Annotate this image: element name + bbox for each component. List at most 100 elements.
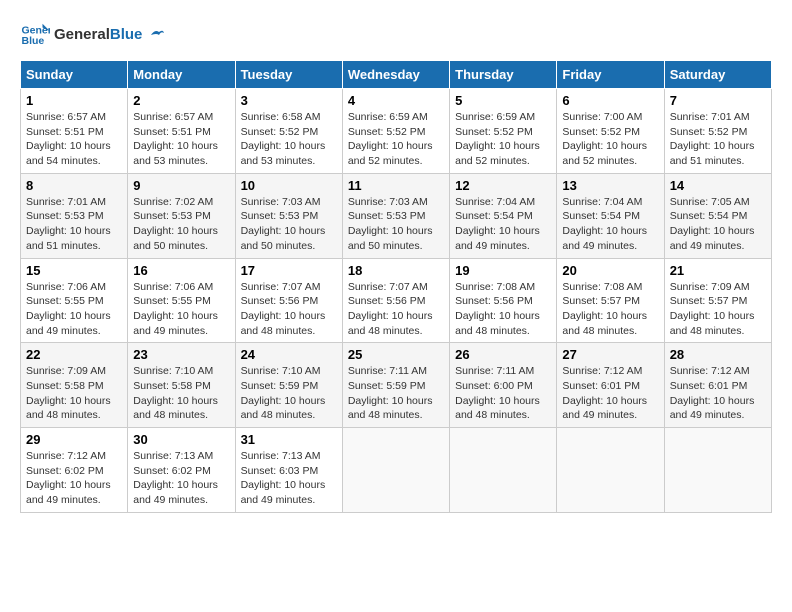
day-info: Sunrise: 7:00 AMSunset: 5:52 PMDaylight:… — [562, 110, 658, 169]
day-info: Sunrise: 7:10 AMSunset: 5:58 PMDaylight:… — [133, 364, 229, 423]
table-row: 19 Sunrise: 7:08 AMSunset: 5:56 PMDaylig… — [450, 258, 557, 343]
day-number: 1 — [26, 93, 122, 108]
table-row: 23 Sunrise: 7:10 AMSunset: 5:58 PMDaylig… — [128, 343, 235, 428]
day-number: 16 — [133, 263, 229, 278]
day-number: 30 — [133, 432, 229, 447]
day-number: 15 — [26, 263, 122, 278]
day-info: Sunrise: 7:09 AMSunset: 5:57 PMDaylight:… — [670, 280, 766, 339]
table-row: 13 Sunrise: 7:04 AMSunset: 5:54 PMDaylig… — [557, 173, 664, 258]
day-info: Sunrise: 7:04 AMSunset: 5:54 PMDaylight:… — [562, 195, 658, 254]
table-row: 7 Sunrise: 7:01 AMSunset: 5:52 PMDayligh… — [664, 89, 771, 174]
day-info: Sunrise: 7:02 AMSunset: 5:53 PMDaylight:… — [133, 195, 229, 254]
day-info: Sunrise: 7:01 AMSunset: 5:53 PMDaylight:… — [26, 195, 122, 254]
table-row: 14 Sunrise: 7:05 AMSunset: 5:54 PMDaylig… — [664, 173, 771, 258]
svg-text:Blue: Blue — [22, 35, 45, 47]
day-info: Sunrise: 7:13 AMSunset: 6:02 PMDaylight:… — [133, 449, 229, 508]
day-number: 25 — [348, 347, 444, 362]
table-row: 4 Sunrise: 6:59 AMSunset: 5:52 PMDayligh… — [342, 89, 449, 174]
table-row: 12 Sunrise: 7:04 AMSunset: 5:54 PMDaylig… — [450, 173, 557, 258]
col-saturday: Saturday — [664, 61, 771, 89]
table-row: 27 Sunrise: 7:12 AMSunset: 6:01 PMDaylig… — [557, 343, 664, 428]
day-info: Sunrise: 7:07 AMSunset: 5:56 PMDaylight:… — [348, 280, 444, 339]
table-row: 22 Sunrise: 7:09 AMSunset: 5:58 PMDaylig… — [21, 343, 128, 428]
day-info: Sunrise: 7:03 AMSunset: 5:53 PMDaylight:… — [348, 195, 444, 254]
day-number: 9 — [133, 178, 229, 193]
table-row: 31 Sunrise: 7:13 AMSunset: 6:03 PMDaylig… — [235, 428, 342, 513]
day-info: Sunrise: 6:59 AMSunset: 5:52 PMDaylight:… — [348, 110, 444, 169]
page-header: General Blue GeneralBlue — [20, 20, 772, 50]
day-number: 11 — [348, 178, 444, 193]
table-row — [450, 428, 557, 513]
day-number: 7 — [670, 93, 766, 108]
logo-text: GeneralBlue — [54, 26, 165, 44]
table-row — [557, 428, 664, 513]
day-number: 13 — [562, 178, 658, 193]
day-info: Sunrise: 7:11 AMSunset: 6:00 PMDaylight:… — [455, 364, 551, 423]
day-info: Sunrise: 7:06 AMSunset: 5:55 PMDaylight:… — [26, 280, 122, 339]
day-info: Sunrise: 7:12 AMSunset: 6:02 PMDaylight:… — [26, 449, 122, 508]
table-row: 2 Sunrise: 6:57 AMSunset: 5:51 PMDayligh… — [128, 89, 235, 174]
day-number: 26 — [455, 347, 551, 362]
day-info: Sunrise: 7:08 AMSunset: 5:57 PMDaylight:… — [562, 280, 658, 339]
logo-bird-icon — [149, 27, 165, 43]
day-number: 24 — [241, 347, 337, 362]
table-row: 18 Sunrise: 7:07 AMSunset: 5:56 PMDaylig… — [342, 258, 449, 343]
calendar-week-row: 29 Sunrise: 7:12 AMSunset: 6:02 PMDaylig… — [21, 428, 772, 513]
day-number: 14 — [670, 178, 766, 193]
calendar-table: Sunday Monday Tuesday Wednesday Thursday… — [20, 60, 772, 513]
day-info: Sunrise: 7:10 AMSunset: 5:59 PMDaylight:… — [241, 364, 337, 423]
day-number: 29 — [26, 432, 122, 447]
table-row: 6 Sunrise: 7:00 AMSunset: 5:52 PMDayligh… — [557, 89, 664, 174]
day-number: 6 — [562, 93, 658, 108]
table-row: 9 Sunrise: 7:02 AMSunset: 5:53 PMDayligh… — [128, 173, 235, 258]
day-info: Sunrise: 7:12 AMSunset: 6:01 PMDaylight:… — [562, 364, 658, 423]
day-number: 4 — [348, 93, 444, 108]
day-number: 22 — [26, 347, 122, 362]
day-number: 3 — [241, 93, 337, 108]
table-row: 28 Sunrise: 7:12 AMSunset: 6:01 PMDaylig… — [664, 343, 771, 428]
table-row: 8 Sunrise: 7:01 AMSunset: 5:53 PMDayligh… — [21, 173, 128, 258]
table-row: 5 Sunrise: 6:59 AMSunset: 5:52 PMDayligh… — [450, 89, 557, 174]
day-info: Sunrise: 6:59 AMSunset: 5:52 PMDaylight:… — [455, 110, 551, 169]
col-tuesday: Tuesday — [235, 61, 342, 89]
header-row: Sunday Monday Tuesday Wednesday Thursday… — [21, 61, 772, 89]
table-row: 3 Sunrise: 6:58 AMSunset: 5:52 PMDayligh… — [235, 89, 342, 174]
table-row — [342, 428, 449, 513]
col-thursday: Thursday — [450, 61, 557, 89]
day-number: 31 — [241, 432, 337, 447]
day-number: 2 — [133, 93, 229, 108]
col-monday: Monday — [128, 61, 235, 89]
calendar-week-row: 8 Sunrise: 7:01 AMSunset: 5:53 PMDayligh… — [21, 173, 772, 258]
table-row: 16 Sunrise: 7:06 AMSunset: 5:55 PMDaylig… — [128, 258, 235, 343]
day-info: Sunrise: 7:11 AMSunset: 5:59 PMDaylight:… — [348, 364, 444, 423]
day-number: 19 — [455, 263, 551, 278]
calendar-week-row: 15 Sunrise: 7:06 AMSunset: 5:55 PMDaylig… — [21, 258, 772, 343]
table-row: 10 Sunrise: 7:03 AMSunset: 5:53 PMDaylig… — [235, 173, 342, 258]
day-number: 23 — [133, 347, 229, 362]
col-wednesday: Wednesday — [342, 61, 449, 89]
day-info: Sunrise: 7:12 AMSunset: 6:01 PMDaylight:… — [670, 364, 766, 423]
day-number: 18 — [348, 263, 444, 278]
day-number: 28 — [670, 347, 766, 362]
table-row: 29 Sunrise: 7:12 AMSunset: 6:02 PMDaylig… — [21, 428, 128, 513]
day-info: Sunrise: 6:57 AMSunset: 5:51 PMDaylight:… — [26, 110, 122, 169]
table-row — [664, 428, 771, 513]
table-row: 25 Sunrise: 7:11 AMSunset: 5:59 PMDaylig… — [342, 343, 449, 428]
day-number: 21 — [670, 263, 766, 278]
day-info: Sunrise: 7:05 AMSunset: 5:54 PMDaylight:… — [670, 195, 766, 254]
day-info: Sunrise: 7:07 AMSunset: 5:56 PMDaylight:… — [241, 280, 337, 339]
day-info: Sunrise: 7:06 AMSunset: 5:55 PMDaylight:… — [133, 280, 229, 339]
day-info: Sunrise: 7:03 AMSunset: 5:53 PMDaylight:… — [241, 195, 337, 254]
day-number: 12 — [455, 178, 551, 193]
table-row: 30 Sunrise: 7:13 AMSunset: 6:02 PMDaylig… — [128, 428, 235, 513]
day-info: Sunrise: 7:08 AMSunset: 5:56 PMDaylight:… — [455, 280, 551, 339]
day-info: Sunrise: 6:58 AMSunset: 5:52 PMDaylight:… — [241, 110, 337, 169]
day-number: 27 — [562, 347, 658, 362]
table-row: 1 Sunrise: 6:57 AMSunset: 5:51 PMDayligh… — [21, 89, 128, 174]
calendar-body: 1 Sunrise: 6:57 AMSunset: 5:51 PMDayligh… — [21, 89, 772, 513]
day-number: 8 — [26, 178, 122, 193]
day-number: 20 — [562, 263, 658, 278]
table-row: 26 Sunrise: 7:11 AMSunset: 6:00 PMDaylig… — [450, 343, 557, 428]
table-row: 15 Sunrise: 7:06 AMSunset: 5:55 PMDaylig… — [21, 258, 128, 343]
col-friday: Friday — [557, 61, 664, 89]
